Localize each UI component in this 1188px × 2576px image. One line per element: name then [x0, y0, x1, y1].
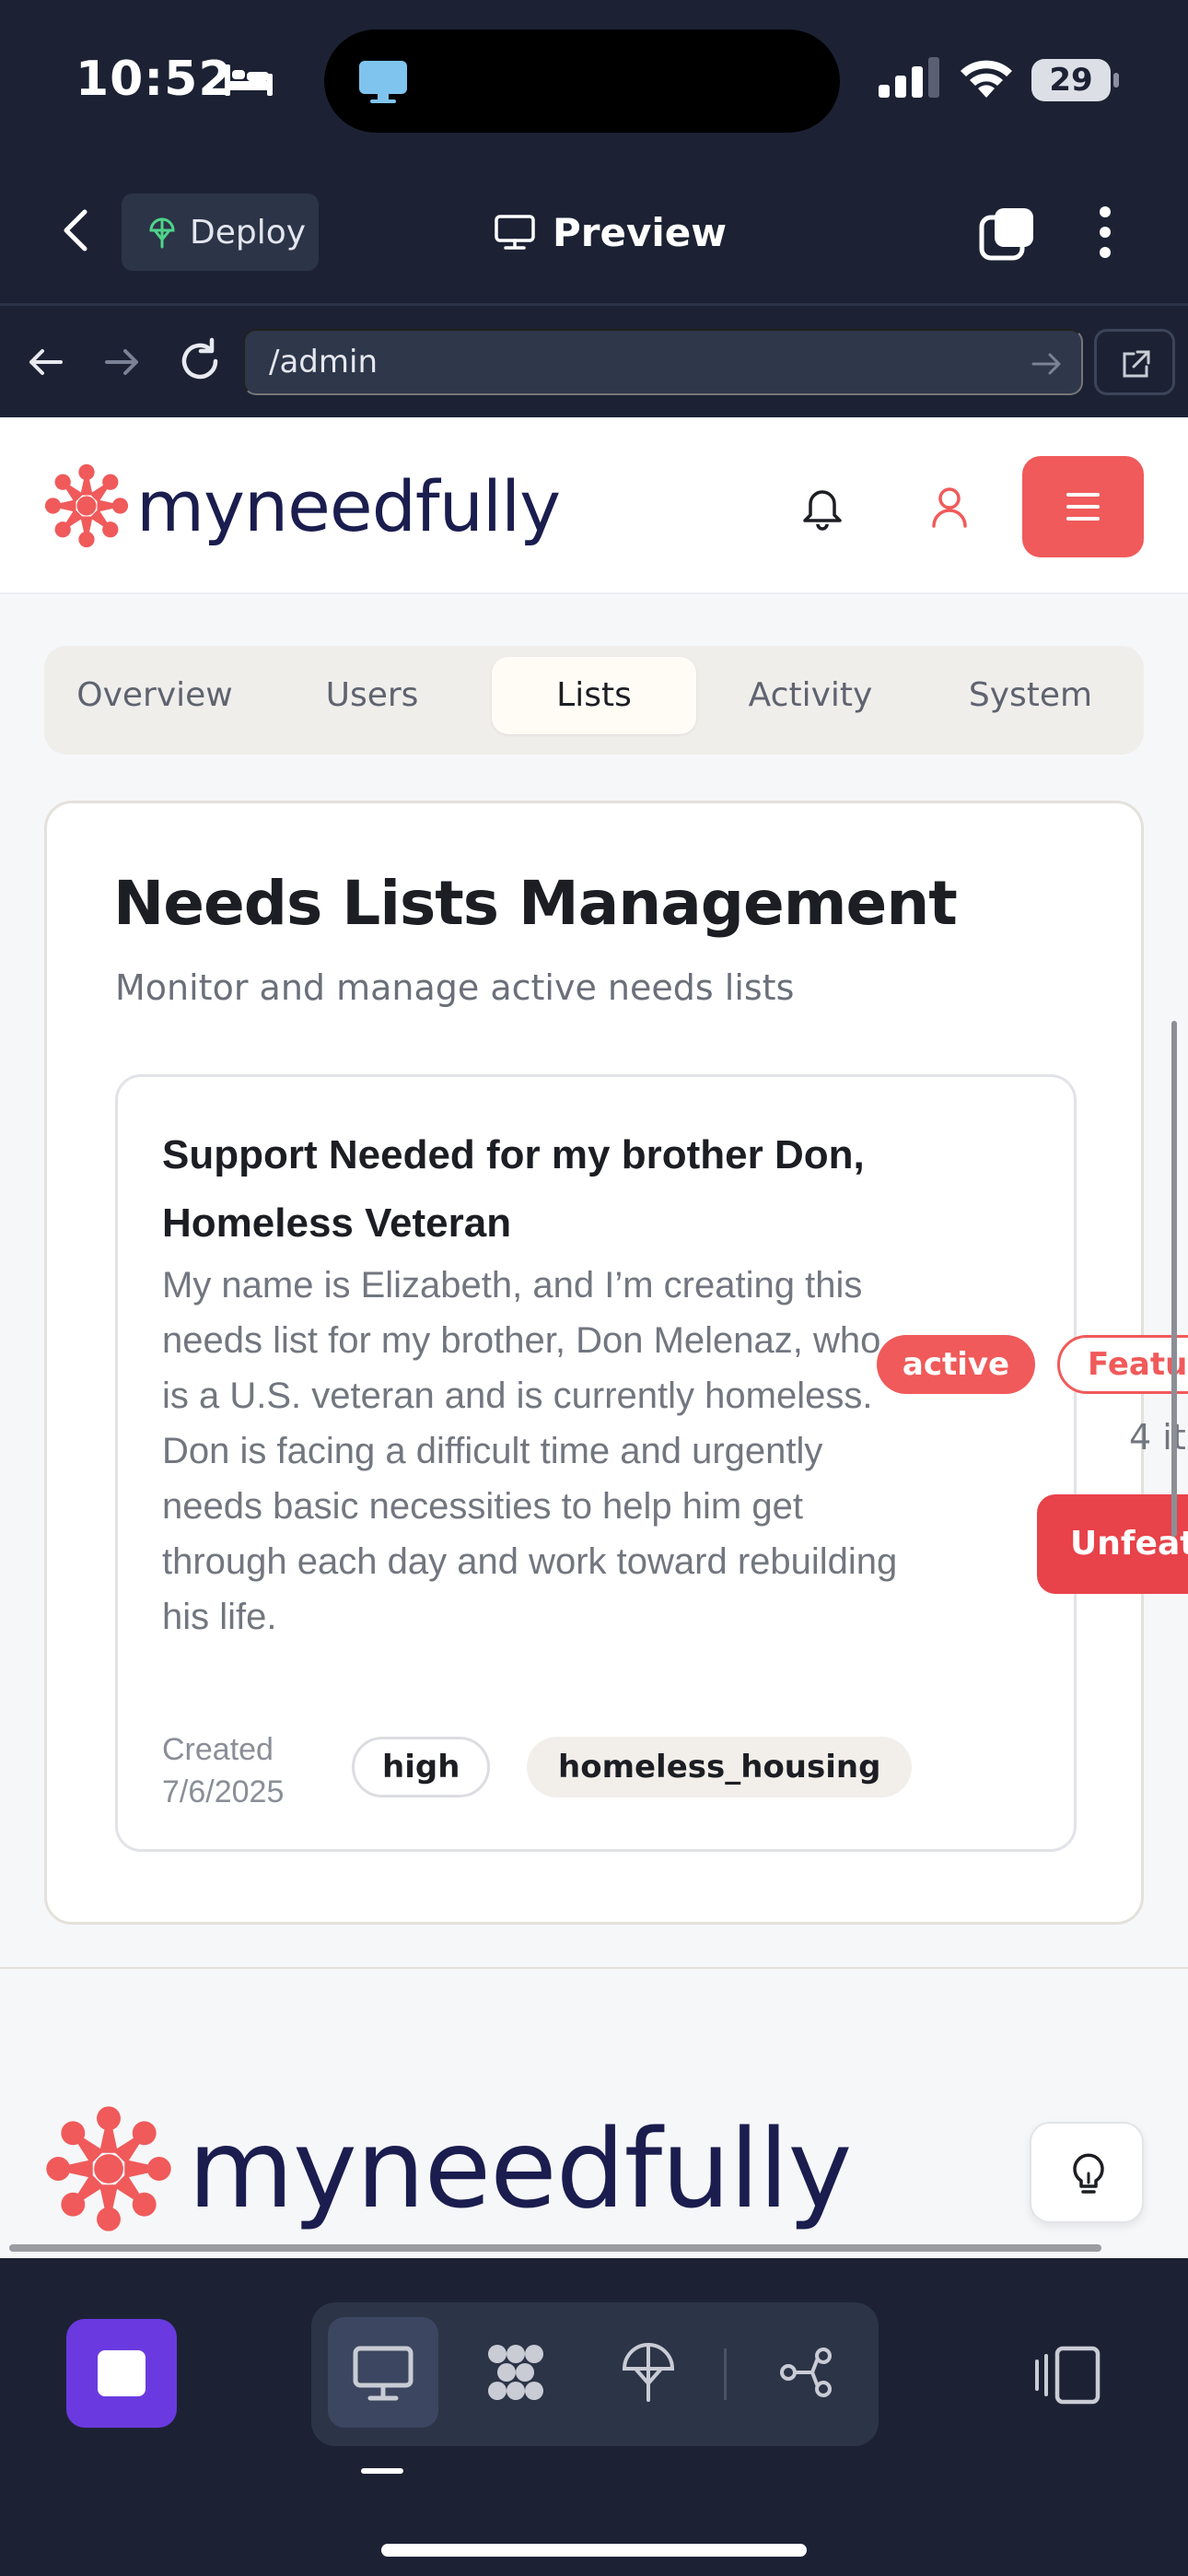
site-header: myneedfully [0, 417, 1188, 594]
status-time: 10:52 [76, 52, 233, 107]
horizontal-scrollbar[interactable] [9, 2244, 1101, 2252]
external-link-icon [1123, 350, 1150, 378]
agent-icon [488, 2345, 543, 2400]
menu-button[interactable] [1022, 456, 1144, 557]
list-item[interactable]: Support Needed for my brother Don, Homel… [115, 1074, 1077, 1852]
category-badge: homeless_housing [527, 1737, 913, 1797]
bell-icon[interactable] [798, 482, 847, 533]
preview-webview: myneedfully Overview Users Lists Activit… [0, 417, 1188, 2258]
bed-icon [225, 64, 273, 96]
back-chevron-icon[interactable] [50, 203, 105, 258]
stop-button[interactable] [66, 2319, 177, 2428]
logo-mark-icon [44, 463, 129, 548]
desktop-icon [495, 215, 535, 250]
tab-lists[interactable]: Lists [492, 657, 696, 734]
logo-mark-icon [46, 2106, 171, 2231]
status-badge: active [877, 1335, 1035, 1394]
page-title: Needs Lists Management [113, 868, 958, 939]
tip-button[interactable] [1030, 2122, 1144, 2223]
footer-logo[interactable]: myneedfully [42, 2100, 852, 2238]
lightbulb-icon [1073, 2153, 1104, 2194]
site-logo[interactable]: myneedfully [42, 460, 561, 552]
tab-users[interactable]: Users [273, 657, 472, 734]
tool-agent[interactable] [460, 2317, 571, 2428]
featured-badge: Featur [1057, 1335, 1188, 1394]
tabs-icon[interactable] [978, 205, 1037, 263]
user-icon[interactable] [925, 482, 974, 533]
battery-level: 29 [1031, 59, 1111, 101]
app-toolbar: Deploy Preview [0, 157, 1188, 306]
bottom-toolbar [0, 2258, 1188, 2576]
preview-title: Preview [494, 205, 727, 260]
tool-preview[interactable] [328, 2317, 438, 2428]
signal-icon [879, 57, 939, 98]
tool-separator [724, 2348, 727, 2400]
status-bar: 10:52 29 [0, 0, 1188, 157]
url-input[interactable] [243, 329, 1083, 395]
created-date: 7/6/2025 [162, 1774, 285, 1809]
monitor-icon [359, 61, 407, 103]
created-label: Created [162, 1732, 274, 1767]
deploy-icon [149, 217, 175, 249]
admin-tabs: Overview Users Lists Activity System [44, 646, 1144, 755]
browser-bar [0, 309, 1188, 417]
urgency-badge: high [352, 1737, 491, 1797]
device-toggle-icon[interactable] [1033, 2345, 1101, 2406]
tab-overview[interactable]: Overview [55, 657, 254, 734]
footer-brand-name: myneedfully [188, 2105, 852, 2232]
active-tool-indicator [361, 2468, 403, 2474]
deploy-label: Deploy [190, 213, 307, 252]
tool-switcher [311, 2302, 879, 2446]
battery-icon: 29 [1031, 59, 1120, 101]
vertical-scrollbar[interactable] [1171, 1021, 1177, 1537]
list-item-title: Support Needed for my brother Don, Homel… [162, 1132, 865, 1246]
deploy-button[interactable]: Deploy [122, 193, 319, 271]
list-item-description: My name is Elizabeth, and I’m creating t… [162, 1265, 898, 1637]
tab-activity[interactable]: Activity [711, 657, 910, 734]
desktop-icon [353, 2346, 413, 2401]
arrow-right-icon[interactable] [99, 340, 144, 384]
home-indicator [381, 2544, 807, 2557]
git-branch-icon [780, 2348, 832, 2397]
deploy-icon [622, 2343, 675, 2402]
go-arrow-icon[interactable] [1028, 345, 1065, 382]
page-subtitle: Monitor and manage active needs lists [115, 967, 795, 1008]
arrow-left-icon[interactable] [24, 340, 68, 384]
tab-system[interactable]: System [928, 657, 1133, 734]
preview-label: Preview [553, 209, 728, 255]
footer-divider [0, 1967, 1188, 1969]
items-count: 4 it [1129, 1417, 1186, 1458]
tool-git[interactable] [751, 2317, 862, 2428]
open-external-button[interactable] [1094, 329, 1175, 395]
hamburger-icon [1066, 493, 1100, 521]
unfeature-button[interactable]: Unfeatu [1037, 1494, 1188, 1594]
stop-icon [98, 2350, 146, 2396]
tool-deployments[interactable] [593, 2317, 704, 2428]
brand-name: myneedfully [136, 464, 561, 547]
wifi-icon [961, 60, 1012, 98]
reload-icon[interactable] [175, 336, 225, 386]
more-vertical-icon[interactable] [1087, 203, 1124, 262]
